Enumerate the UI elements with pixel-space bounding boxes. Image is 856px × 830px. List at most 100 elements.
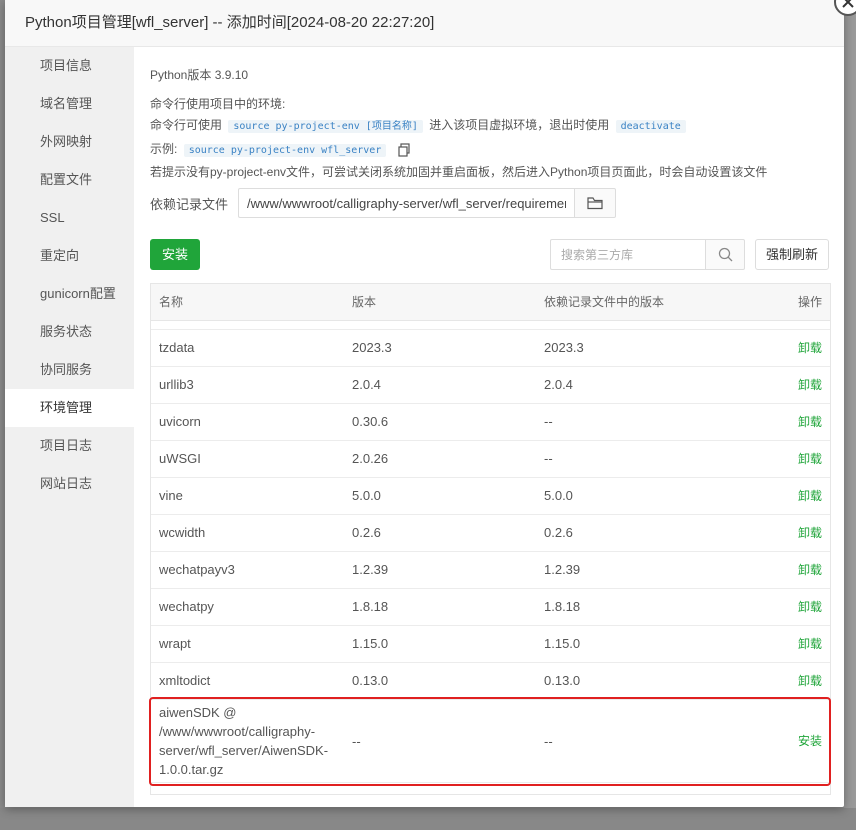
- cell-name: vine: [159, 488, 183, 503]
- main-panel: Python版本 3.9.10 命令行使用项目中的环境: 命令行可使用 sour…: [134, 47, 844, 807]
- cell-name: wechatpayv3: [159, 562, 235, 577]
- cell-version: 2.0.4: [352, 377, 381, 392]
- dependency-row: 依赖记录文件: [150, 187, 617, 219]
- uninstall-link[interactable]: 卸载: [763, 515, 830, 551]
- cell-req-version: 2.0.4: [544, 377, 573, 392]
- table-row: vine 5.0.0 5.0.0 卸载: [151, 478, 830, 515]
- cell-name: urllib3: [159, 377, 194, 392]
- cell-req-version: 1.8.18: [544, 599, 581, 614]
- install-link[interactable]: 安装: [763, 732, 830, 751]
- table-row: wechatpy 1.8.18 1.8.18 卸载: [151, 589, 830, 626]
- uninstall-link[interactable]: 卸载: [763, 441, 830, 477]
- table-row: wcwidth 0.2.6 0.2.6 卸载: [151, 515, 830, 552]
- cmd-middle: 进入该项目虚拟环境，退出时使用: [429, 118, 610, 132]
- cell-version: 0.2.6: [352, 525, 381, 540]
- cell-req-version: 0.2.6: [544, 525, 573, 540]
- search-button[interactable]: [705, 239, 745, 270]
- env-manager-dialog: Python项目管理[wfl_server] -- 添加时间[2024-08-2…: [5, 0, 856, 807]
- cell-version: 1.8.18: [352, 599, 389, 614]
- table-header: 名称 版本 依赖记录文件中的版本 操作: [151, 284, 830, 321]
- sidebar-item-gunicorn[interactable]: gunicorn配置: [5, 275, 134, 313]
- sidebar-item-redirect[interactable]: 重定向: [5, 237, 134, 275]
- tip-text: 若提示没有py-project-env文件，可尝试关闭系统加固并重启面板，然后进…: [150, 165, 768, 179]
- table-row: urllib3 2.0.4 2.0.4 卸载: [151, 367, 830, 404]
- cell-name: wcwidth: [159, 525, 206, 540]
- dependency-file-input[interactable]: [238, 188, 575, 218]
- sidebar-item-ssl[interactable]: SSL: [5, 199, 134, 237]
- table-row: tzdata 2023.3 2023.3 卸载: [151, 330, 830, 367]
- uninstall-link[interactable]: 卸载: [763, 589, 830, 625]
- cell-req-version: --: [544, 733, 553, 749]
- cell-name: wechatpy: [159, 599, 214, 614]
- uninstall-link[interactable]: 卸载: [763, 663, 830, 699]
- cell-req-version: 0.13.0: [544, 673, 581, 688]
- sidebar-item-domain[interactable]: 域名管理: [5, 85, 134, 123]
- header-action: 操作: [797, 295, 822, 309]
- cell-name: aiwenSDK @ /www/wwwroot/calligraphy-serv…: [159, 705, 329, 777]
- cell-req-version: 1.15.0: [544, 636, 581, 651]
- uninstall-link[interactable]: 卸载: [763, 367, 830, 403]
- table-row-local-package: aiwenSDK @ /www/wwwroot/calligraphy-serv…: [151, 700, 830, 783]
- table-row: wechatpayv3 1.2.39 1.2.39 卸载: [151, 552, 830, 589]
- cell-name: wrapt: [159, 636, 191, 651]
- cmd-code: source py-project-env [项目名称]: [228, 120, 423, 133]
- cell-req-version: 5.0.0: [544, 488, 573, 503]
- uninstall-link[interactable]: 卸载: [763, 626, 830, 662]
- package-search: [550, 239, 745, 270]
- close-icon: [842, 0, 854, 8]
- table-row: wrapt 1.15.0 1.15.0 卸载: [151, 626, 830, 663]
- force-refresh-button[interactable]: 强制刷新: [755, 239, 829, 270]
- background-footer: [0, 808, 856, 830]
- folder-icon: [587, 197, 603, 210]
- cell-name: xmltodict: [159, 673, 211, 688]
- install-button[interactable]: 安装: [150, 239, 200, 270]
- sidebar-item-collab-service[interactable]: 协同服务: [5, 351, 134, 389]
- example-line: 示例: source py-project-env wfl_server: [150, 139, 844, 160]
- cell-name: tzdata: [159, 340, 195, 355]
- search-icon: [718, 247, 732, 262]
- table-body[interactable]: tzdata 2023.3 2023.3 卸载 urllib3 2.0.4 2.…: [151, 321, 830, 783]
- cell-version: 1.15.0: [352, 636, 389, 651]
- python-version: Python版本 3.9.10: [150, 68, 249, 82]
- table-row: xmltodict 0.13.0 0.13.0 卸载: [151, 663, 830, 700]
- header-version: 版本: [352, 295, 377, 309]
- sidebar-item-project-log[interactable]: 项目日志: [5, 427, 134, 465]
- cell-version: 5.0.0: [352, 488, 381, 503]
- copy-icon[interactable]: [397, 143, 411, 157]
- env-info: Python版本 3.9.10 命令行使用项目中的环境: 命令行可使用 sour…: [134, 47, 844, 183]
- cell-version: --: [352, 733, 361, 749]
- cell-req-version: 2023.3: [544, 340, 584, 355]
- cell-version: 0.13.0: [352, 673, 389, 688]
- sidebar-item-service-status[interactable]: 服务状态: [5, 313, 134, 351]
- cell-req-version: --: [544, 451, 553, 466]
- uninstall-link[interactable]: 卸载: [763, 404, 830, 440]
- sidebar-item-project-info[interactable]: 项目信息: [5, 47, 134, 85]
- folder-select-button[interactable]: [574, 188, 617, 218]
- dependency-label: 依赖记录文件: [150, 196, 229, 212]
- example-code: source py-project-env wfl_server: [183, 144, 387, 157]
- header-name: 名称: [159, 295, 184, 309]
- uninstall-link[interactable]: 卸载: [763, 478, 830, 514]
- sidebar-item-env-manager[interactable]: 环境管理: [5, 389, 134, 427]
- uninstall-link[interactable]: 卸载: [763, 330, 830, 366]
- cell-version: 0.30.6: [352, 414, 389, 429]
- search-input[interactable]: [550, 239, 705, 270]
- cell-name: uWSGI: [159, 451, 201, 466]
- example-label: 示例:: [150, 142, 178, 156]
- table-row: uWSGI 2.0.26 -- 卸载: [151, 441, 830, 478]
- deactivate-code: deactivate: [615, 120, 686, 133]
- table-row-partial: [151, 321, 830, 330]
- uninstall-link[interactable]: 卸载: [763, 552, 830, 588]
- dialog-title: Python项目管理[wfl_server] -- 添加时间[2024-08-2…: [5, 0, 844, 47]
- cell-req-version: 1.2.39: [544, 562, 581, 577]
- background-page-edge: [844, 0, 856, 830]
- sidebar-item-config-file[interactable]: 配置文件: [5, 161, 134, 199]
- cell-name: uvicorn: [159, 414, 201, 429]
- cell-version: 1.2.39: [352, 562, 389, 577]
- package-table: 名称 版本 依赖记录文件中的版本 操作 tzdata 2023.3 2023.3…: [150, 283, 831, 795]
- sidebar-item-site-log[interactable]: 网站日志: [5, 465, 134, 503]
- sidebar-item-port-mapping[interactable]: 外网映射: [5, 123, 134, 161]
- cell-version: 2023.3: [352, 340, 392, 355]
- sidebar: 项目信息 域名管理 外网映射 配置文件 SSL 重定向 gunicorn配置 服…: [5, 47, 134, 807]
- cmd-usage-line: 命令行可使用 source py-project-env [项目名称] 进入该项…: [150, 115, 844, 136]
